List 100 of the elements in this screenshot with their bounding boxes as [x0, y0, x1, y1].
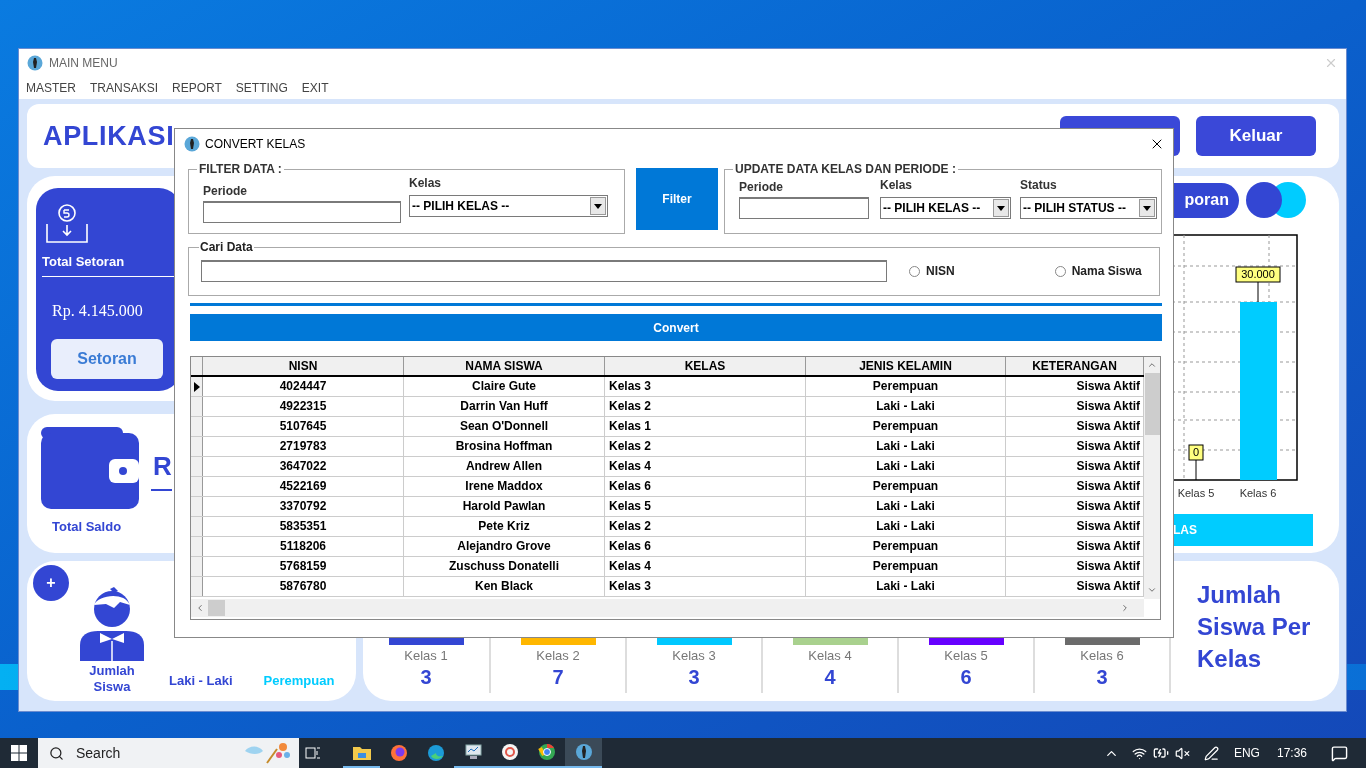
table-cell: Pete Kriz: [404, 517, 605, 536]
kelas-count: 3: [1096, 665, 1108, 689]
menu-item[interactable]: EXIT: [301, 79, 329, 97]
filter-button[interactable]: Filter: [636, 168, 718, 230]
search-icon: [49, 745, 64, 761]
group-title: Cari Data: [199, 239, 254, 256]
table-cell: 3370792: [203, 497, 404, 516]
table-cell: Brosina Hoffman: [404, 437, 605, 456]
scroll-right-icon[interactable]: [1120, 603, 1130, 613]
table-cell: Sean O'Donnell: [404, 417, 605, 436]
table-cell: Kelas 3: [605, 577, 806, 596]
table-cell: Kelas 2: [605, 517, 806, 536]
table-cell: 5107645: [203, 417, 404, 436]
table-cell: Kelas 1: [605, 417, 806, 436]
menu-item[interactable]: REPORT: [172, 79, 222, 97]
network-icon[interactable]: [1131, 745, 1147, 761]
field-label: Status: [1020, 177, 1058, 194]
search-field[interactable]: Search: [38, 738, 299, 768]
app-icon[interactable]: [565, 738, 602, 768]
caret-icon: [1139, 199, 1155, 217]
field-label: Kelas: [880, 177, 914, 194]
column-header[interactable]: JENIS KELAMIN: [806, 357, 1006, 375]
radio-label: Nama Siswa: [1071, 263, 1142, 280]
setoran-button[interactable]: Setoran: [51, 338, 163, 379]
text-field[interactable]: [739, 197, 869, 219]
coin-deposit-icon: [45, 204, 89, 244]
table-cell: Darrin Van Huff: [404, 397, 605, 416]
menu-item[interactable]: MASTER: [26, 79, 76, 97]
table-cell: Kelas 4: [605, 457, 806, 476]
table-cell: 5835351: [203, 517, 404, 536]
scroll-thumb[interactable]: [1144, 373, 1160, 435]
table-cell: Perempuan: [806, 537, 1006, 556]
kelas-label: Kelas 1: [404, 648, 448, 664]
scroll-left-icon[interactable]: [195, 603, 205, 613]
doodle-icon: [243, 741, 291, 765]
volume-mute-icon[interactable]: [1174, 745, 1190, 761]
card-label: Total Saldo: [52, 518, 123, 536]
toggle-circles-icon: [1246, 182, 1306, 218]
column-header[interactable]: NAMA SISWA: [404, 357, 605, 375]
app-logo-icon: [184, 135, 200, 152]
table-cell: Kelas 4: [605, 557, 806, 576]
table-cell: Kelas 6: [605, 537, 806, 556]
add-button[interactable]: +: [33, 565, 69, 601]
clock[interactable]: 17:36: [1276, 744, 1307, 762]
amount-text: Rp. 4.145.000: [52, 300, 144, 322]
app-title: APLIKASI: [43, 119, 175, 153]
table-cell: Kelas 3: [605, 377, 806, 396]
vertical-scrollbar[interactable]: [1144, 357, 1160, 599]
table-cell: Laki - Laki: [806, 457, 1006, 476]
wallet-icon: [41, 427, 139, 509]
horizontal-scrollbar[interactable]: [191, 599, 1144, 617]
kelas-label: Kelas 2: [536, 648, 580, 664]
kelas-count: 6: [960, 665, 972, 689]
caret-icon: [590, 197, 606, 215]
table-cell: 5768159: [203, 557, 404, 576]
status-dropdown[interactable]: -- PILIH STATUS --: [1020, 197, 1157, 219]
scroll-up-icon[interactable]: [1147, 360, 1157, 370]
menu-item[interactable]: TRANSAKSI: [90, 79, 159, 97]
table-cell: 4024447: [203, 377, 404, 396]
row-header[interactable]: [191, 377, 203, 396]
field-label: Periode: [739, 179, 784, 196]
radio-button[interactable]: [909, 265, 920, 277]
axis-label: Kelas 6: [1239, 487, 1277, 499]
kelas-count: 3: [420, 665, 432, 689]
table-cell: Claire Gute: [404, 377, 605, 396]
table-cell: Perempuan: [806, 557, 1006, 576]
kelas-count: 3: [688, 665, 700, 689]
text-field[interactable]: [203, 201, 401, 223]
table-cell: Irene Maddox: [404, 477, 605, 496]
notification-icon[interactable]: [1331, 744, 1348, 762]
field-label: Kelas: [409, 175, 443, 192]
table-cell: Kelas 6: [605, 477, 806, 496]
field-label: Periode: [203, 183, 248, 200]
table-cell: Perempuan: [806, 377, 1006, 396]
pen-icon[interactable]: [1203, 745, 1219, 761]
windows-start-icon[interactable]: [11, 745, 27, 761]
text-field[interactable]: [201, 260, 887, 282]
window-title: MAIN MENU: [49, 55, 118, 72]
kelas-dropdown[interactable]: -- PILIH KELAS --: [880, 197, 1011, 219]
table-cell: Laki - Laki: [806, 577, 1006, 596]
column-header[interactable]: NISN: [203, 357, 404, 375]
table-cell: Laki - Laki: [806, 397, 1006, 416]
convert-button[interactable]: Convert: [190, 314, 1162, 341]
group-title: FILTER DATA :: [198, 161, 283, 178]
table-cell: 5118206: [203, 537, 404, 556]
scroll-thumb[interactable]: [208, 600, 225, 616]
radio-label: NISN: [926, 263, 955, 280]
exit-button[interactable]: Keluar: [1196, 116, 1316, 156]
radio-button[interactable]: [1054, 265, 1066, 277]
column-header[interactable]: KELAS: [605, 357, 806, 375]
task-view-icon[interactable]: [305, 745, 321, 761]
language-indicator[interactable]: ENG: [1233, 744, 1260, 762]
menu-item[interactable]: SETTING: [235, 79, 288, 97]
table-cell: 5876780: [203, 577, 404, 596]
scroll-down-icon[interactable]: [1147, 585, 1157, 595]
kelas-label: Kelas 6: [1080, 648, 1124, 664]
table-cell: Alejandro Grove: [404, 537, 605, 556]
kelas-dropdown[interactable]: -- PILIH KELAS --: [409, 195, 608, 217]
battery-icon[interactable]: [1152, 745, 1169, 761]
table-cell: Laki - Laki: [806, 517, 1006, 536]
